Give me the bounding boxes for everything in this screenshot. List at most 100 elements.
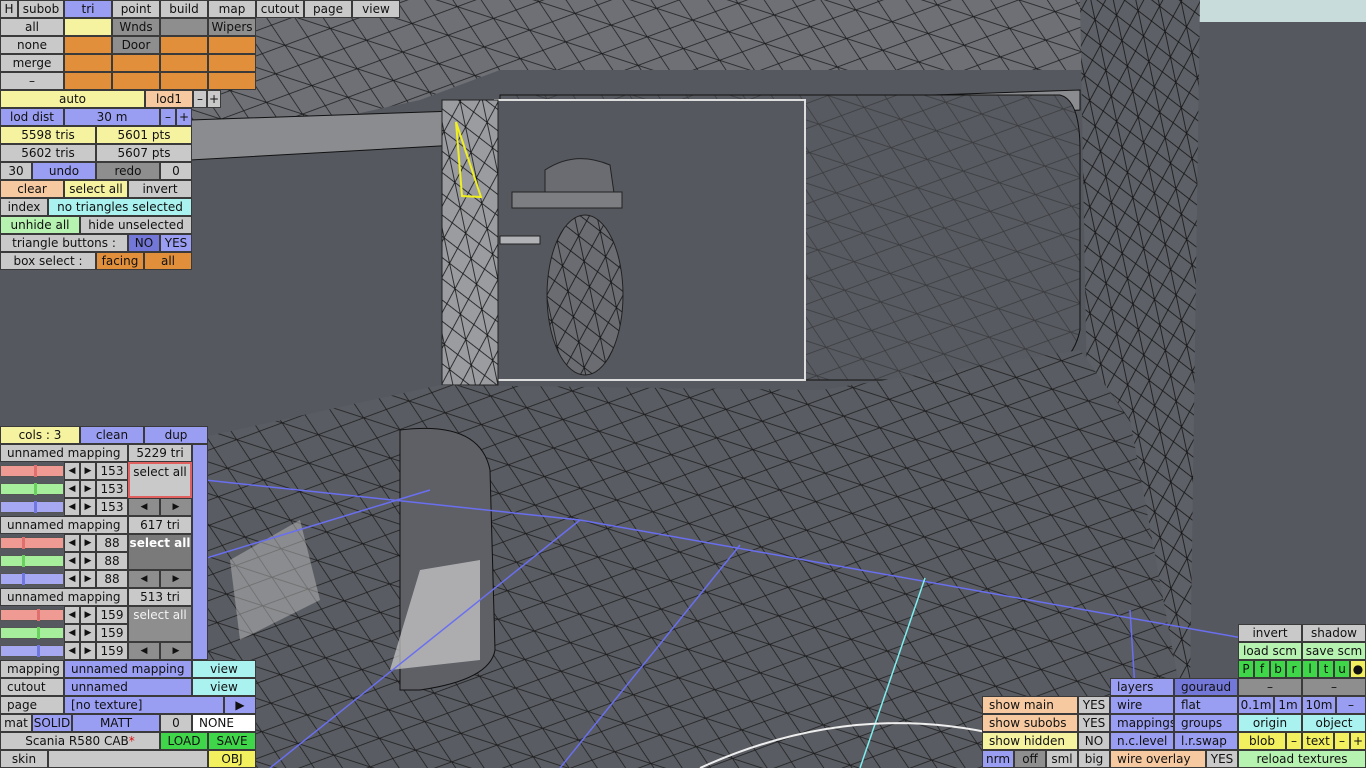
color-slider[interactable]	[0, 645, 64, 657]
decrement-arrow-icon[interactable]: ◀	[64, 480, 80, 498]
select-prev-arrow-icon[interactable]: ◀	[128, 498, 160, 516]
subob-slot[interactable]	[64, 54, 112, 72]
mapping-scrollbar[interactable]	[192, 444, 208, 660]
view-flag-6[interactable]: u	[1334, 660, 1350, 678]
dup-button[interactable]: dup	[144, 426, 208, 444]
hide-unselected-button[interactable]: hide unselected	[80, 216, 192, 234]
increment-arrow-icon[interactable]: ▶	[80, 498, 96, 516]
color-value[interactable]: 153	[96, 462, 128, 480]
gouraud-button[interactable]: gouraud	[1174, 678, 1238, 696]
redo-button[interactable]: redo	[96, 162, 160, 180]
color-value[interactable]: 159	[96, 642, 128, 660]
dist-minus-button[interactable]: –	[1336, 696, 1366, 714]
wire-button[interactable]: wire	[1110, 696, 1174, 714]
show-subobs-toggle[interactable]: show subobs	[982, 714, 1078, 732]
cutout-tab[interactable]: cutout	[256, 0, 304, 18]
decrement-arrow-icon[interactable]: ◀	[64, 534, 80, 552]
lod1-button[interactable]: lod1	[145, 90, 193, 108]
blob-minus[interactable]: –	[1286, 732, 1302, 750]
color-value[interactable]: 159	[96, 624, 128, 642]
object-button[interactable]: object	[1302, 714, 1366, 732]
color-slider[interactable]	[0, 483, 64, 495]
mapping-view-button[interactable]: view	[192, 660, 256, 678]
decrement-arrow-icon[interactable]: ◀	[64, 498, 80, 516]
decrement-arrow-icon[interactable]: ◀	[64, 624, 80, 642]
lod-dist-plus[interactable]: +	[176, 108, 192, 126]
increment-arrow-icon[interactable]: ▶	[80, 462, 96, 480]
color-slider[interactable]	[0, 501, 64, 513]
page-tab[interactable]: page	[304, 0, 352, 18]
color-value[interactable]: 153	[96, 498, 128, 516]
color-value[interactable]: 159	[96, 606, 128, 624]
mappings-button[interactable]: mappings	[1110, 714, 1174, 732]
decrement-arrow-icon[interactable]: ◀	[64, 552, 80, 570]
color-value[interactable]: 153	[96, 480, 128, 498]
wire-overlay-toggle[interactable]: wire overlay	[1110, 750, 1206, 768]
nc-level-button[interactable]: n.c.level	[1110, 732, 1174, 750]
decrement-arrow-icon[interactable]: ◀	[64, 462, 80, 480]
wire-overlay-value[interactable]: YES	[1206, 750, 1238, 768]
subob-slot[interactable]	[160, 36, 208, 54]
increment-arrow-icon[interactable]: ▶	[80, 642, 96, 660]
view-flag-7[interactable]: ●	[1350, 660, 1366, 678]
view-flag-0[interactable]: P	[1238, 660, 1254, 678]
skin-field[interactable]	[48, 750, 208, 768]
nrm-button[interactable]: nrm	[982, 750, 1014, 768]
cols-label[interactable]: cols : 3	[0, 426, 80, 444]
mat-matt-button[interactable]: MATT	[72, 714, 160, 732]
off-button[interactable]: off	[1014, 750, 1046, 768]
slider-knob[interactable]	[34, 465, 37, 477]
reload-textures-button[interactable]: reload textures	[1238, 750, 1366, 768]
load-scm-button[interactable]: load scm	[1238, 642, 1302, 660]
load-button[interactable]: LOAD	[160, 732, 208, 750]
subob-slot[interactable]	[160, 72, 208, 90]
dist-1m-button[interactable]: 1m	[1274, 696, 1302, 714]
color-slider[interactable]	[0, 573, 64, 585]
obj-button[interactable]: OBJ	[208, 750, 256, 768]
increment-arrow-icon[interactable]: ▶	[80, 534, 96, 552]
page-select[interactable]: [no texture]	[64, 696, 224, 714]
subob-slot[interactable]	[112, 54, 160, 72]
big-button[interactable]: big	[1078, 750, 1110, 768]
save-button[interactable]: SAVE	[208, 732, 256, 750]
mapping-select-all[interactable]: select all	[128, 606, 192, 642]
flat-button[interactable]: flat	[1174, 696, 1238, 714]
view-flag-5[interactable]: t	[1318, 660, 1334, 678]
slider-knob[interactable]	[37, 645, 40, 657]
subob-door[interactable]: Door	[112, 36, 160, 54]
text-plus[interactable]: +	[1350, 732, 1366, 750]
point-tab[interactable]: point	[112, 0, 160, 18]
subob-tab[interactable]: subob	[18, 0, 64, 18]
mapping-name[interactable]: unnamed mapping	[0, 588, 128, 606]
select-prev-arrow-icon[interactable]: ◀	[128, 642, 160, 660]
all-subobs-button[interactable]: all	[0, 18, 64, 36]
lod-auto-button[interactable]: auto	[0, 90, 145, 108]
show-main-toggle[interactable]: show main	[982, 696, 1078, 714]
decrement-arrow-icon[interactable]: ◀	[64, 570, 80, 588]
increment-arrow-icon[interactable]: ▶	[80, 606, 96, 624]
origin-button[interactable]: origin	[1238, 714, 1302, 732]
merge-button[interactable]: merge	[0, 54, 64, 72]
color-slider[interactable]	[0, 465, 64, 477]
dash-button[interactable]: –	[0, 72, 64, 90]
color-value[interactable]: 88	[96, 534, 128, 552]
view-flag-3[interactable]: r	[1286, 660, 1302, 678]
mapping-name[interactable]: unnamed mapping	[0, 444, 128, 462]
slider-knob[interactable]	[37, 627, 40, 639]
subob-wnds[interactable]: Wnds	[112, 18, 160, 36]
subob-slot[interactable]	[64, 18, 112, 36]
color-slider[interactable]	[0, 537, 64, 549]
decrement-arrow-icon[interactable]: ◀	[64, 642, 80, 660]
select-all-button[interactable]: select all	[64, 180, 128, 198]
mapping-name[interactable]: unnamed mapping	[0, 516, 128, 534]
sml-button[interactable]: sml	[1046, 750, 1078, 768]
slider-knob[interactable]	[22, 555, 25, 567]
increment-arrow-icon[interactable]: ▶	[80, 624, 96, 642]
subob-slot[interactable]	[208, 36, 256, 54]
select-next-arrow-icon[interactable]: ▶	[160, 498, 192, 516]
color-slider[interactable]	[0, 627, 64, 639]
lr-swap-button[interactable]: l.r.swap	[1174, 732, 1238, 750]
box-select-facing[interactable]: facing	[96, 252, 144, 270]
slider-knob[interactable]	[37, 609, 40, 621]
increment-arrow-icon[interactable]: ▶	[80, 552, 96, 570]
